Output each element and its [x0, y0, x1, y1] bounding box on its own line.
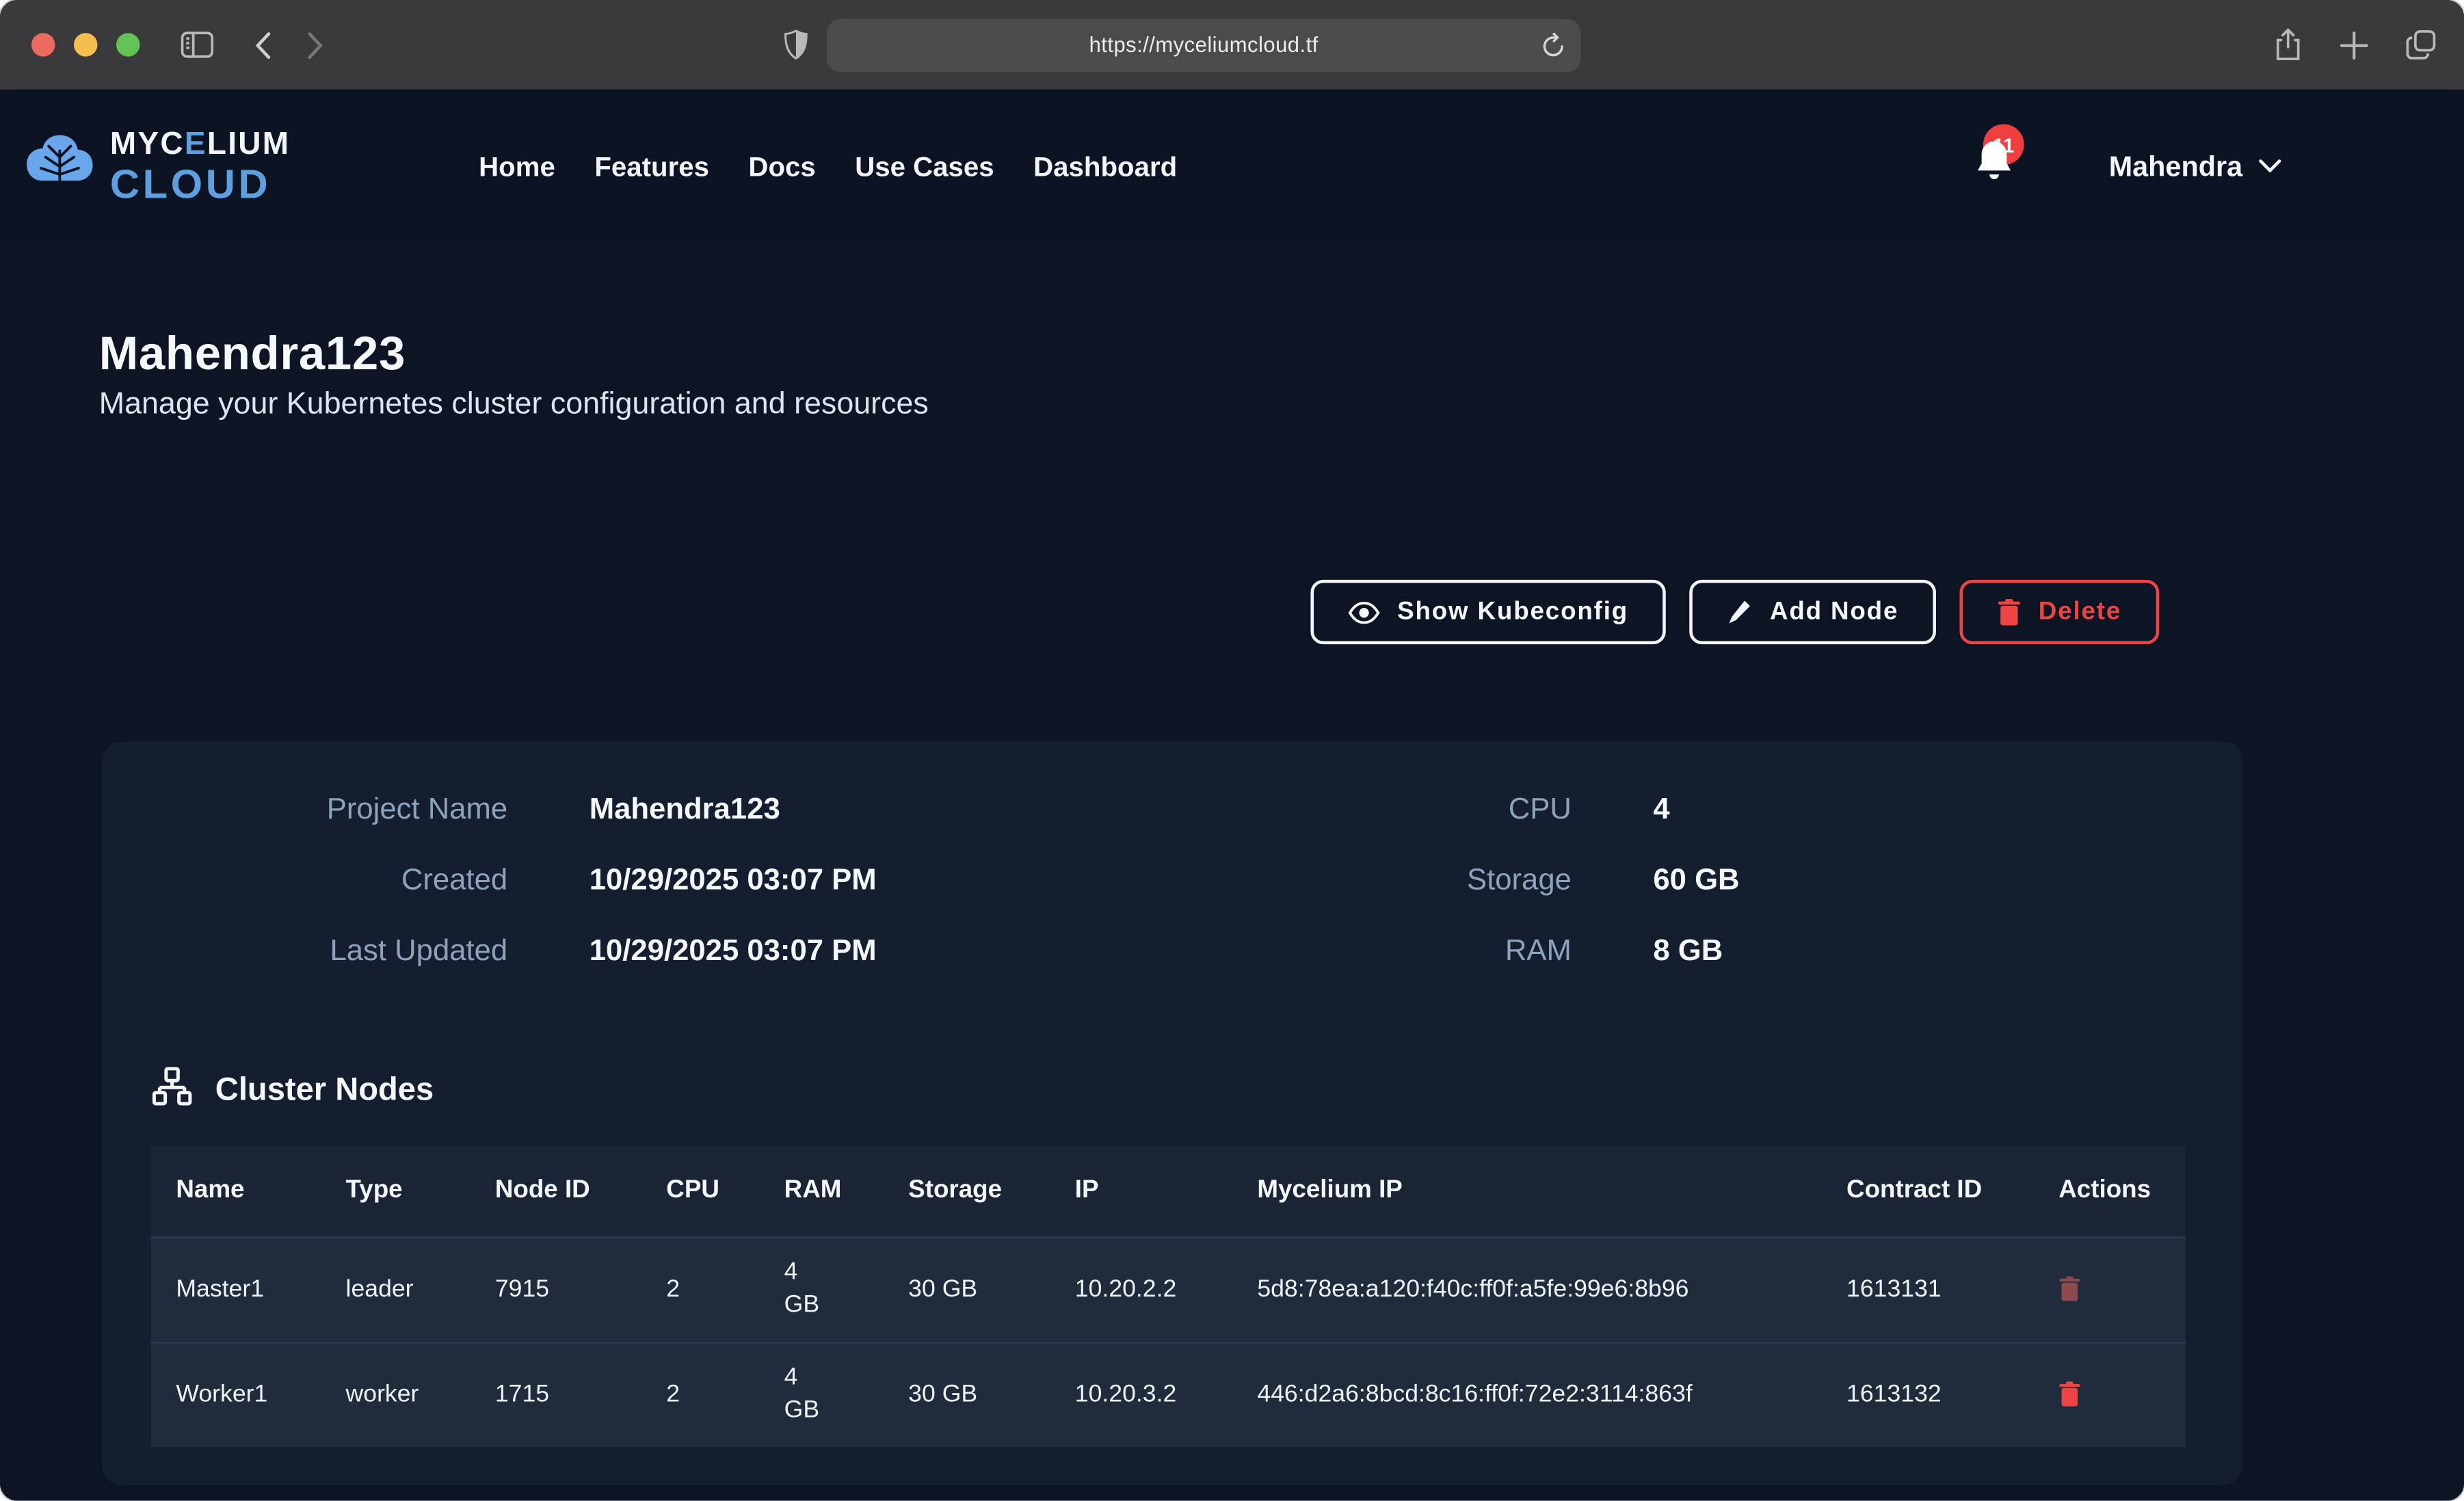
nav-link-dashboard[interactable]: Dashboard [1033, 150, 1177, 183]
col-actions: Actions [2033, 1145, 2186, 1236]
cell-ram: 4 GB [759, 1344, 884, 1448]
detail-value: 60 GB [1653, 864, 1739, 899]
zoom-button[interactable] [116, 33, 140, 56]
col-mycelium-ip: Mycelium IP [1232, 1145, 1822, 1236]
browser-chrome: https://myceliumcloud.tf [0, 0, 2464, 91]
col-name: Name [151, 1145, 321, 1236]
col-storage: Storage [883, 1145, 1050, 1236]
trash-icon [2058, 1381, 2080, 1411]
eye-icon [1349, 601, 1380, 623]
cluster-details-card: Project Name Mahendra123 Created 10/29/2… [102, 742, 2242, 1485]
brand-logo[interactable]: MYCELIUM CLOUD [22, 129, 290, 204]
bell-icon [1974, 138, 2015, 190]
nav-link-features[interactable]: Features [594, 150, 709, 183]
mycelium-cloud-logo-icon [22, 131, 97, 202]
cell-name: Worker1 [151, 1344, 321, 1448]
cell-node-id: 1715 [470, 1344, 641, 1448]
trash-icon [2058, 1275, 2080, 1305]
section-title: Cluster Nodes [215, 1072, 434, 1109]
detail-value: Mahendra123 [589, 793, 780, 828]
cell-storage: 30 GB [883, 1344, 1050, 1448]
col-node-id: Node ID [470, 1145, 641, 1236]
cell-cpu: 2 [641, 1344, 759, 1448]
user-name: Mahendra [2109, 150, 2242, 183]
cell-contract-id: 1613131 [1821, 1238, 2033, 1342]
user-menu[interactable]: Mahendra [2109, 150, 2282, 183]
tab-overview-icon[interactable] [2406, 30, 2436, 60]
table-row: Master1 leader 7915 2 4 GB 30 GB 10.20.2… [151, 1236, 2186, 1342]
detail-value: 10/29/2025 03:07 PM [589, 864, 877, 899]
cell-storage: 30 GB [883, 1238, 1050, 1342]
table-row: Worker1 worker 1715 2 4 GB 30 GB 10.20.3… [151, 1342, 2186, 1447]
detail-label: Project Name [99, 793, 507, 828]
detail-value: 8 GB [1653, 935, 1723, 970]
cell-cpu: 2 [641, 1238, 759, 1342]
nav-link-docs[interactable]: Docs [748, 150, 815, 183]
privacy-shield-icon[interactable] [784, 30, 808, 60]
nav-link-use-cases[interactable]: Use Cases [855, 150, 994, 183]
window-controls [31, 33, 140, 56]
minimize-button[interactable] [74, 33, 97, 56]
forward-button-icon[interactable] [306, 31, 323, 59]
detail-label: Last Updated [99, 935, 507, 970]
cell-ram: 4 GB [759, 1238, 884, 1342]
col-type: Type [321, 1145, 470, 1236]
cell-ip: 10.20.2.2 [1050, 1238, 1232, 1342]
detail-value: 10/29/2025 03:07 PM [589, 935, 877, 970]
notifications-button[interactable]: 11 [1974, 143, 2015, 190]
address-bar[interactable]: https://myceliumcloud.tf [827, 18, 1581, 71]
trash-icon [1998, 598, 2021, 625]
col-ram: RAM [759, 1145, 884, 1236]
brand-text: MYCELIUM CLOUD [110, 129, 291, 204]
add-node-button[interactable]: Add Node [1690, 580, 1937, 644]
nodes-table: Name Type Node ID CPU RAM Storage IP Myc… [151, 1145, 2186, 1447]
delete-cluster-button[interactable]: Delete [1960, 580, 2159, 644]
site-navbar: MYCELIUM CLOUD Home Features Docs Use Ca… [0, 90, 2464, 243]
pencil-icon [1727, 598, 1753, 625]
detail-label: RAM [1163, 935, 1571, 970]
cell-mycelium-ip: 5d8:78ea:a120:f40c:ff0f:a5fe:99e6:8b96 [1232, 1238, 1822, 1342]
url-text: https://myceliumcloud.tf [1089, 33, 1319, 56]
page-title: Mahendra123 [99, 328, 406, 382]
reload-icon[interactable] [1541, 31, 1565, 66]
delete-node-button[interactable] [2058, 1381, 2080, 1411]
cell-type: worker [321, 1344, 470, 1448]
detail-label: Storage [1163, 864, 1571, 899]
cell-node-id: 7915 [470, 1238, 641, 1342]
col-cpu: CPU [641, 1145, 759, 1236]
cell-type: leader [321, 1238, 470, 1342]
share-icon[interactable] [2274, 28, 2302, 61]
chevron-down-icon [2258, 152, 2281, 181]
page-content: Mahendra123 Manage your Kubernetes clust… [0, 90, 2464, 1501]
detail-label: CPU [1163, 793, 1571, 828]
cell-ip: 10.20.3.2 [1050, 1344, 1232, 1448]
detail-label: Created [99, 864, 507, 899]
cell-contract-id: 1613132 [1821, 1344, 2033, 1448]
col-contract-id: Contract ID [1821, 1145, 2033, 1236]
delete-node-button[interactable] [2058, 1275, 2080, 1305]
sitemap-icon [151, 1067, 194, 1114]
page-subtitle: Manage your Kubernetes cluster configura… [99, 386, 929, 423]
nav-links: Home Features Docs Use Cases Dashboard [479, 150, 1177, 183]
sidebar-toggle-icon[interactable] [181, 31, 213, 58]
cell-mycelium-ip: 446:d2a6:8bcd:8c16:ff0f:72e2:3114:863f [1232, 1344, 1822, 1448]
cluster-actions: Show Kubeconfig Add Node Delete [0, 580, 2159, 644]
back-button-icon[interactable] [254, 31, 271, 59]
cluster-nodes-header: Cluster Nodes [151, 1067, 434, 1114]
browser-window: https://myceliumcloud.tf [0, 0, 2464, 1500]
close-button[interactable] [31, 33, 55, 56]
show-kubeconfig-button[interactable]: Show Kubeconfig [1311, 580, 1667, 644]
col-ip: IP [1050, 1145, 1232, 1236]
nav-link-home[interactable]: Home [479, 150, 555, 183]
detail-value: 4 [1653, 793, 1669, 828]
table-header-row: Name Type Node ID CPU RAM Storage IP Myc… [151, 1145, 2186, 1236]
cell-name: Master1 [151, 1238, 321, 1342]
new-tab-icon[interactable] [2340, 31, 2368, 59]
